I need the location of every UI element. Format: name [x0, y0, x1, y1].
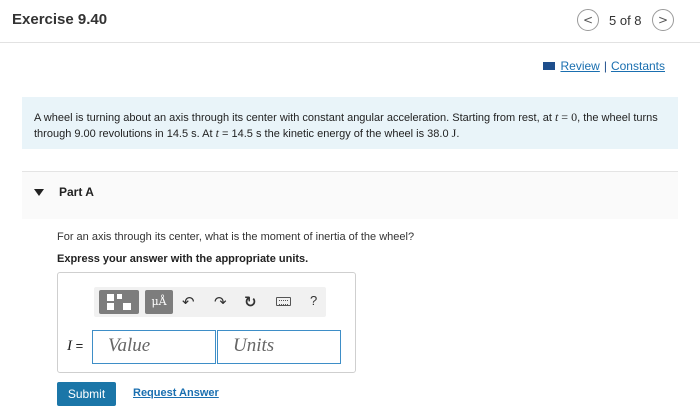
chevron-left-icon: < — [582, 13, 594, 27]
units-input[interactable]: Units — [217, 330, 341, 364]
instruction-text: Express your answer with the appropriate… — [57, 253, 309, 265]
redo-icon[interactable]: ↷ — [214, 293, 227, 311]
answer-panel: μÅ ↶ ↷ ↻ ? I = Value Units — [57, 272, 356, 373]
page-count: 5 of 8 — [609, 13, 642, 28]
equals-zero: = 0 — [558, 110, 578, 124]
constants-link[interactable]: Constants — [611, 59, 665, 73]
problem-text-4: . — [456, 128, 460, 140]
problem-statement: A wheel is turning about an axis through… — [22, 97, 678, 149]
problem-text-3: = 14.5 s the kinetic energy of the wheel… — [218, 128, 452, 140]
help-button[interactable]: ? — [310, 293, 317, 308]
submit-button[interactable]: Submit — [57, 382, 116, 406]
answer-variable-label: I = — [67, 338, 83, 355]
question-text: For an axis through its center, what is … — [57, 231, 415, 243]
undo-icon[interactable]: ↶ — [182, 293, 195, 311]
reset-icon[interactable]: ↻ — [244, 293, 257, 311]
units-button[interactable]: μÅ — [145, 290, 173, 314]
previous-button[interactable]: < — [577, 9, 599, 31]
next-button[interactable]: > — [652, 9, 674, 31]
page-title: Exercise 9.40 — [12, 11, 108, 28]
math-toolbar: μÅ ↶ ↷ ↻ ? — [94, 287, 326, 317]
request-answer-link[interactable]: Request Answer — [133, 387, 219, 399]
collapse-triangle-icon[interactable] — [34, 189, 44, 196]
chevron-right-icon: > — [657, 13, 669, 27]
part-title: Part A — [59, 185, 94, 199]
review-link[interactable]: Review — [560, 59, 599, 73]
header-bar: Exercise 9.40 < 5 of 8 > — [0, 0, 700, 43]
equals-sign: = — [72, 338, 84, 353]
value-input[interactable]: Value — [92, 330, 216, 364]
part-a-header[interactable]: Part A — [22, 171, 678, 219]
keyboard-icon[interactable] — [276, 297, 291, 306]
book-icon — [543, 62, 556, 70]
link-separator: | — [603, 59, 607, 73]
problem-text-1: A wheel is turning about an axis through… — [34, 112, 555, 124]
templates-button[interactable] — [99, 290, 139, 314]
resource-links: Review | Constants — [543, 59, 665, 73]
